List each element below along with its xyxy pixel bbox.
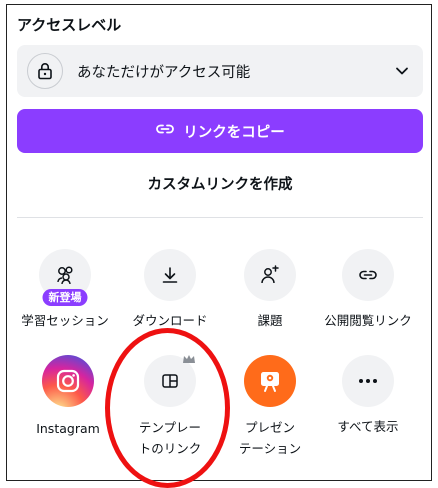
- create-custom-link-button[interactable]: カスタムリンクを作成: [17, 163, 423, 203]
- assignment-icon: [244, 249, 296, 301]
- access-level-select[interactable]: あなただけがアクセス可能: [17, 45, 423, 97]
- option-show-all[interactable]: すべて表示: [318, 355, 418, 437]
- crown-icon: [182, 349, 196, 368]
- download-icon: [144, 249, 196, 301]
- option-public-link[interactable]: 公開閲覧リンク: [318, 249, 418, 331]
- new-badge: 新登場: [42, 289, 88, 306]
- option-instagram[interactable]: Instagram: [18, 355, 118, 439]
- copy-link-button[interactable]: リンクをコピー: [17, 109, 423, 153]
- access-level-value: あなただけがアクセス可能: [77, 64, 251, 81]
- presentation-icon: [244, 355, 296, 407]
- access-level-title: アクセスレベル: [17, 16, 122, 34]
- more-icon: [342, 355, 394, 407]
- link-icon: [155, 122, 175, 140]
- option-learning-session[interactable]: 新登場 学習セッション: [15, 249, 115, 331]
- lock-icon: [27, 53, 63, 89]
- option-label: Instagram: [36, 421, 100, 436]
- label-line: テーション: [238, 441, 302, 456]
- option-label: プレゼン テーション: [220, 417, 320, 459]
- option-label: テンプレー トのリンク: [120, 417, 220, 459]
- option-label: ダウンロード: [132, 313, 208, 328]
- option-label: 課題: [257, 313, 283, 328]
- option-download[interactable]: ダウンロード: [120, 249, 220, 331]
- option-presentation[interactable]: プレゼン テーション: [220, 355, 320, 459]
- link-icon: [342, 249, 394, 301]
- option-label: すべて表示: [337, 419, 399, 434]
- option-template-link[interactable]: テンプレー トのリンク: [120, 355, 220, 459]
- label-line: トのリンク: [138, 441, 202, 456]
- option-label: 公開閲覧リンク: [324, 313, 412, 328]
- label-line: テンプレー: [138, 420, 202, 435]
- template-icon: [144, 355, 196, 407]
- option-assignment[interactable]: 課題: [220, 249, 320, 331]
- label-line: プレゼン: [244, 420, 295, 435]
- divider: [17, 217, 423, 218]
- people-group-icon: 新登場: [39, 249, 91, 306]
- copy-link-label: リンクをコピー: [183, 124, 285, 141]
- chevron-down-icon: [395, 66, 409, 76]
- option-label: 学習セッション: [21, 313, 109, 328]
- instagram-icon: [42, 355, 94, 407]
